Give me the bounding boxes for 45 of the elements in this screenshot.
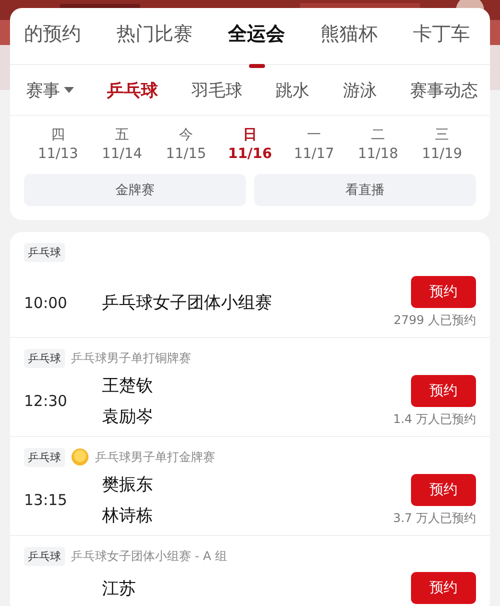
match-title: 林诗栋 — [102, 505, 154, 527]
date-tab[interactable]: 三 11/19 — [415, 126, 469, 162]
reserve-button[interactable]: 预约 — [411, 374, 476, 406]
match-title: 王楚钦 — [102, 375, 154, 397]
match-time: 13:15 — [24, 491, 68, 509]
sport-tag: 乒乓球 — [24, 348, 65, 368]
date-tab[interactable]: 日 11/16 — [223, 126, 277, 162]
category-dropdown[interactable]: 赛事 — [26, 78, 74, 102]
tab-indicator — [248, 64, 264, 68]
date-tab[interactable]: 今 11/15 — [159, 126, 213, 162]
tab[interactable]: 热门比赛 — [116, 4, 192, 64]
reservation-count: 3.7 万人已预约 — [393, 510, 476, 526]
tab[interactable]: 熊猫杯 — [320, 4, 378, 64]
event-name: 乒乓球女子团体小组赛 - A 组 — [71, 548, 227, 564]
sport-tab[interactable]: 游泳 — [342, 78, 377, 102]
tab[interactable]: 全运会 — [228, 4, 285, 64]
match-title: 乒乓球女子团体小组赛 — [102, 292, 273, 314]
event-name: 乒乓球男子单打金牌赛 — [95, 448, 215, 466]
filter-button[interactable]: 看直播 — [254, 174, 476, 206]
sport-tab[interactable]: 赛事动态 — [410, 78, 478, 102]
match-title: 袁励岑 — [102, 406, 154, 428]
reserve-button[interactable]: 预约 — [411, 276, 476, 308]
match-title: 樊振东 — [102, 474, 154, 496]
reservation-count: 1.4 万人已预约 — [393, 410, 476, 428]
date-tab[interactable]: 五 11/14 — [95, 126, 149, 162]
caret-icon — [64, 87, 74, 93]
sport-tab[interactable]: 羽毛球 — [191, 78, 242, 102]
filter-button[interactable]: 金牌赛 — [24, 174, 246, 206]
sport-tab[interactable]: 乒乓球 — [107, 78, 158, 102]
match-title: 江苏 — [102, 578, 137, 600]
date-tab[interactable]: 一 11/17 — [287, 126, 341, 162]
sport-tag: 乒乓球 — [24, 242, 65, 262]
sport-tag: 乒乓球 — [24, 448, 65, 466]
match-time: 10:00 — [24, 294, 68, 312]
sport-tab[interactable]: 跳水 — [276, 78, 310, 102]
reserve-button[interactable]: 预约 — [411, 572, 476, 604]
tab[interactable]: 卡丁车 — [413, 4, 470, 64]
date-tab[interactable]: 二 11/18 — [351, 126, 405, 162]
reservation-count: 2799 人已预约 — [394, 312, 476, 329]
date-tab[interactable]: 四 11/13 — [31, 126, 85, 162]
event-name: 乒乓球男子单打铜牌赛 — [71, 350, 191, 366]
match-time: 12:30 — [24, 392, 68, 410]
sport-tag: 乒乓球 — [24, 546, 65, 566]
tab[interactable]: 的预约 — [24, 4, 81, 64]
reserve-button[interactable]: 预约 — [411, 474, 476, 506]
